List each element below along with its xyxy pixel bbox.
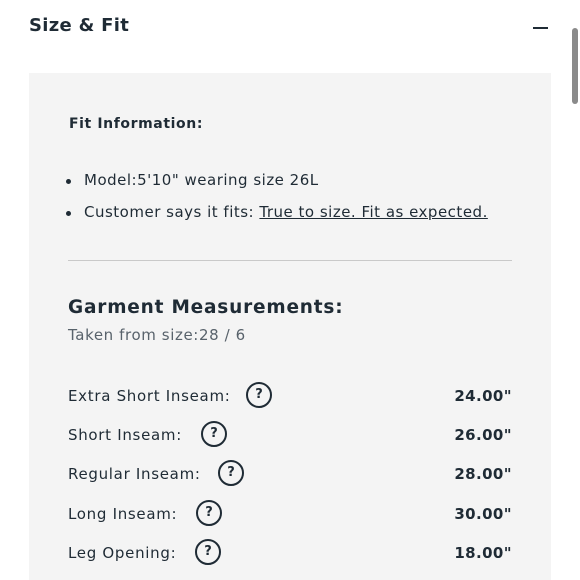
measurement-label: Long Inseam: [68, 505, 178, 523]
help-icon[interactable]: ? [218, 460, 244, 486]
measurement-value: 28.00" [454, 465, 512, 483]
measurement-label: Regular Inseam: [68, 465, 201, 483]
measurement-row-long-inseam: Long Inseam: ? 30.00" [68, 499, 512, 529]
measurement-row-leg-opening: Leg Opening: ? 18.00" [68, 538, 512, 568]
model-fit-text: Model:5'10" wearing size 26L [84, 171, 319, 189]
size-and-fit-page: Size & Fit Fit Information: Model:5'10" … [0, 0, 580, 580]
list-item: Model:5'10" wearing size 26L [66, 171, 488, 203]
size-and-fit-panel: Fit Information: Model:5'10" wearing siz… [29, 73, 551, 580]
customer-fit-link[interactable]: True to size. Fit as expected. [259, 203, 487, 221]
list-item: Customer says it fits: True to size. Fit… [66, 203, 488, 235]
customer-fit-prefix: Customer says it fits: [84, 203, 260, 221]
fit-information-list: Model:5'10" wearing size 26L Customer sa… [66, 171, 488, 235]
measurement-label: Extra Short Inseam: [68, 387, 231, 405]
measurement-value: 24.00" [454, 387, 512, 405]
measurement-label: Short Inseam: [68, 426, 182, 444]
garment-measurements-subheading: Taken from size:28 / 6 [68, 326, 246, 344]
help-icon[interactable]: ? [195, 539, 221, 565]
help-icon[interactable]: ? [201, 421, 227, 447]
collapse-button[interactable] [530, 18, 552, 38]
measurement-value: 26.00" [454, 426, 512, 444]
help-icon[interactable]: ? [246, 382, 272, 408]
scrollbar-thumb[interactable] [572, 28, 578, 104]
size-and-fit-header[interactable]: Size & Fit [0, 0, 572, 56]
help-icon[interactable]: ? [196, 500, 222, 526]
fit-information-heading: Fit Information: [69, 116, 204, 132]
garment-measurements-heading: Garment Measurements: [68, 297, 344, 318]
measurement-row-regular-inseam: Regular Inseam: ? 28.00" [68, 459, 512, 489]
measurement-row-short-inseam: Short Inseam: ? 26.00" [68, 420, 512, 450]
section-title: Size & Fit [29, 15, 130, 36]
minus-icon [533, 27, 548, 29]
measurement-value: 30.00" [454, 505, 512, 523]
measurement-label: Leg Opening: [68, 544, 177, 562]
divider [68, 260, 512, 261]
measurement-value: 18.00" [454, 544, 512, 562]
measurement-row-extra-short-inseam: Extra Short Inseam: ? 24.00" [68, 381, 512, 411]
